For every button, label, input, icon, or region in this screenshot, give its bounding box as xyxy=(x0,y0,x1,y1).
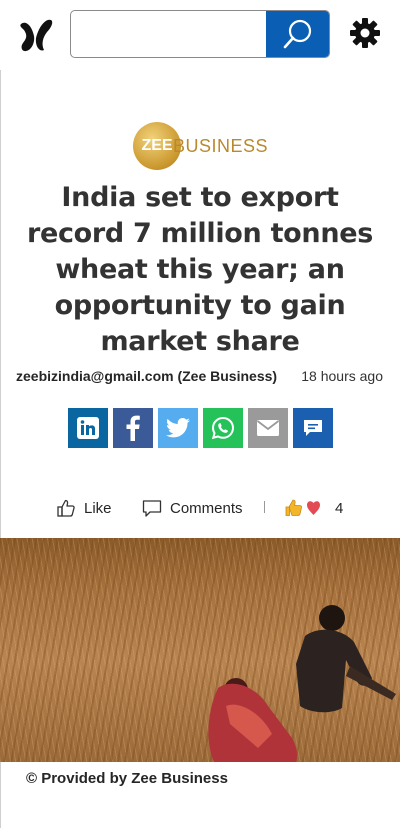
msn-butterfly-icon[interactable] xyxy=(18,16,54,54)
image-caption: © Provided by Zee Business xyxy=(26,770,228,787)
share-email-button[interactable] xyxy=(248,408,288,448)
comments-label: Comments xyxy=(170,499,243,517)
reaction-summary[interactable]: 4 xyxy=(285,495,343,521)
thumbs-up-icon xyxy=(57,499,75,517)
comment-bubble-icon xyxy=(142,500,162,517)
reaction-bar: Like Comments 4 xyxy=(56,495,356,521)
facebook-icon xyxy=(126,415,140,441)
article-image[interactable] xyxy=(0,538,400,762)
search-box xyxy=(70,10,330,58)
comments-button[interactable]: Comments xyxy=(142,495,243,521)
like-button[interactable]: Like xyxy=(56,495,112,521)
byline: zeebizindia@gmail.com (Zee Business) 18 … xyxy=(16,368,388,390)
top-bar xyxy=(0,0,400,70)
article-headline: India set to export record 7 million ton… xyxy=(26,182,374,357)
reaction-count: 4 xyxy=(335,499,344,517)
action-divider xyxy=(264,501,265,513)
author-name[interactable]: zeebizindia@gmail.com (Zee Business) xyxy=(16,368,278,384)
like-heart-reaction-icon xyxy=(285,499,320,516)
share-facebook-button[interactable] xyxy=(113,408,153,448)
share-comment-button[interactable] xyxy=(293,408,333,448)
comment-icon xyxy=(304,420,322,436)
publisher-logo[interactable]: ZEE BUSINESS xyxy=(133,122,273,170)
share-linkedin-button[interactable] xyxy=(68,408,108,448)
search-icon xyxy=(283,19,311,49)
linkedin-icon xyxy=(77,417,99,439)
publish-time: 18 hours ago xyxy=(301,368,383,384)
whatsapp-icon xyxy=(211,416,235,440)
share-whatsapp-button[interactable] xyxy=(203,408,243,448)
gear-icon[interactable] xyxy=(349,17,381,49)
search-input[interactable] xyxy=(71,11,267,57)
twitter-icon xyxy=(166,418,190,438)
share-twitter-button[interactable] xyxy=(158,408,198,448)
like-label: Like xyxy=(84,499,112,517)
search-button[interactable] xyxy=(266,11,329,57)
publisher-logo-text: BUSINESS xyxy=(173,135,269,156)
share-bar xyxy=(68,408,333,448)
email-icon xyxy=(256,420,280,436)
wheat-field-harvest-image xyxy=(208,605,396,762)
